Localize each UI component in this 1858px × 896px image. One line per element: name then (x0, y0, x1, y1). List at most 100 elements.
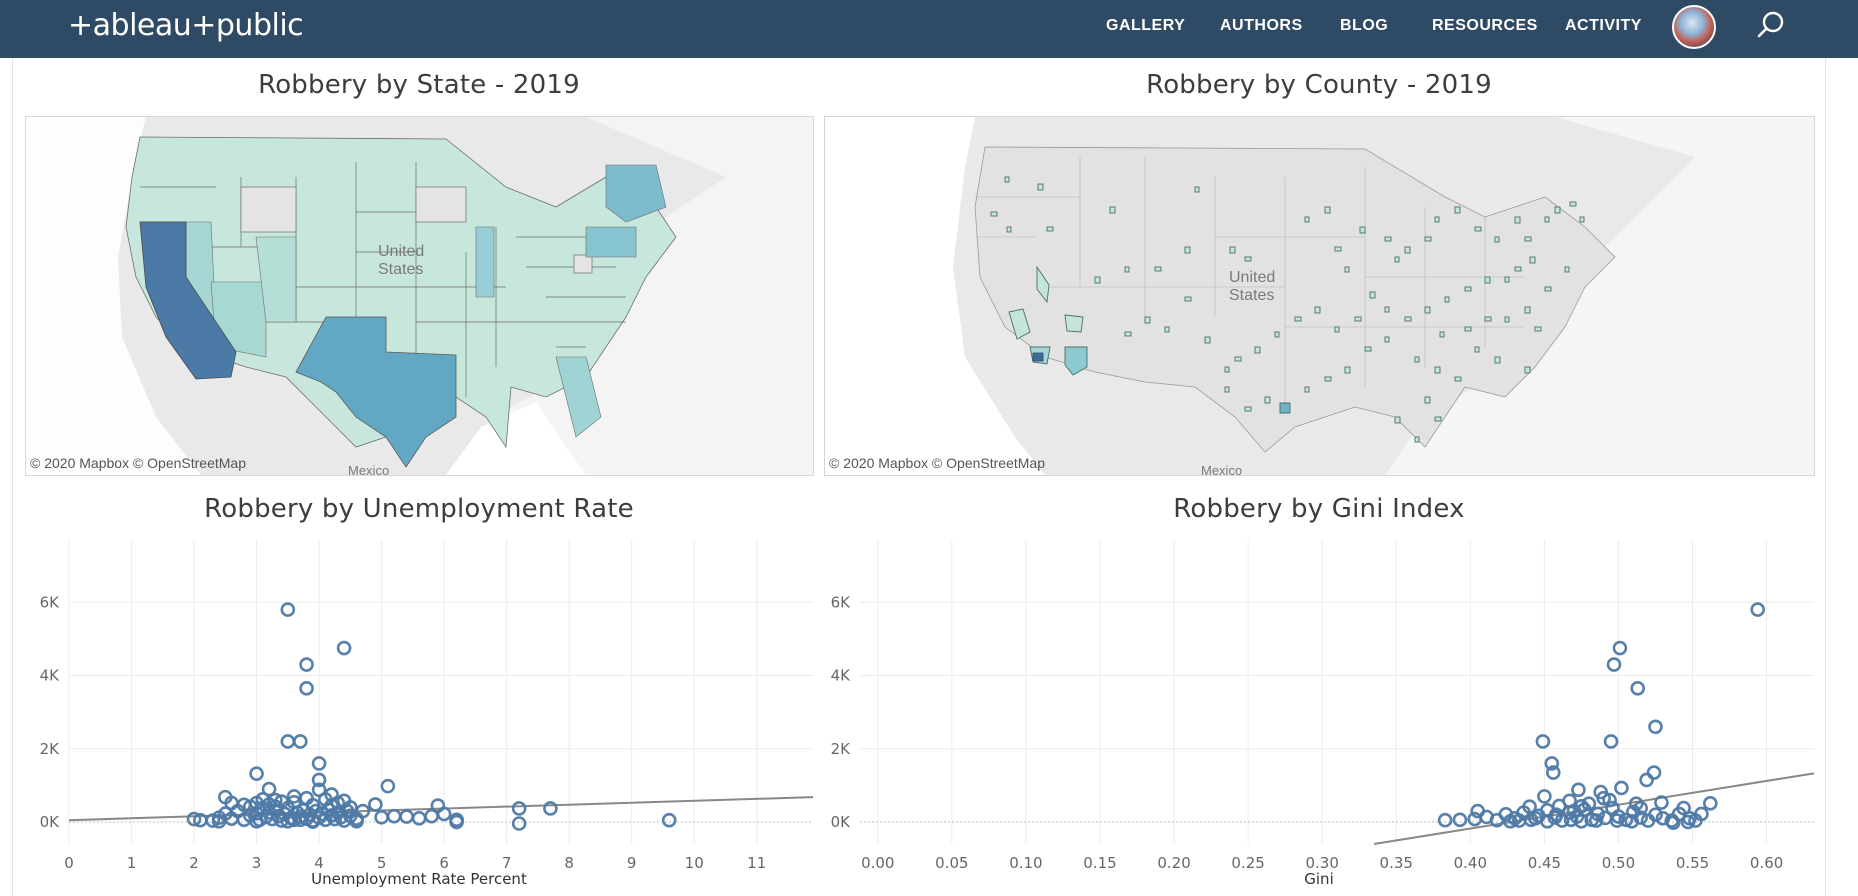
county-marker[interactable] (1424, 396, 1431, 404)
county-marker[interactable] (1544, 286, 1552, 292)
county-marker[interactable] (1234, 356, 1242, 362)
county-marker[interactable] (1304, 386, 1310, 393)
data-point[interactable] (1648, 719, 1663, 735)
county-marker[interactable] (1569, 201, 1577, 207)
county-marker[interactable] (1484, 316, 1492, 322)
county-marker[interactable] (1264, 396, 1271, 404)
county-marker[interactable] (1504, 276, 1510, 283)
county-marker[interactable] (1434, 416, 1442, 422)
data-point[interactable] (1639, 772, 1654, 788)
county-marker[interactable] (1384, 336, 1390, 343)
county-marker[interactable] (1494, 356, 1501, 364)
county-marker[interactable] (1454, 376, 1462, 382)
county-marker[interactable] (1444, 296, 1450, 303)
data-point[interactable] (299, 657, 314, 672)
county-marker[interactable] (1354, 316, 1362, 322)
tableau-public-logo[interactable]: +ableau+public (68, 6, 304, 46)
county-marker[interactable] (1109, 206, 1116, 214)
county-marker[interactable] (1037, 183, 1044, 191)
county-marker[interactable] (1144, 316, 1151, 324)
county-marker[interactable] (1046, 226, 1054, 232)
county-marker[interactable] (1434, 216, 1440, 223)
county-marker[interactable] (1464, 286, 1472, 292)
county-marker[interactable] (1414, 436, 1420, 443)
county-marker[interactable] (1204, 336, 1211, 344)
county-marker[interactable] (1434, 366, 1441, 374)
county-marker[interactable] (1324, 206, 1331, 214)
county-marker[interactable] (1344, 266, 1350, 273)
data-point[interactable] (293, 734, 308, 749)
data-point[interactable] (1571, 782, 1586, 798)
data-point[interactable] (1646, 765, 1662, 780)
county-marker[interactable] (1314, 306, 1321, 314)
data-point[interactable] (386, 808, 402, 824)
nav-blog[interactable]: BLOG (1340, 17, 1388, 35)
county-marker[interactable] (1184, 296, 1192, 302)
unemployment-scatter[interactable]: 0 1 2 3 4 5 6 7 8 9 10 11 0K 2K 4K 6K Unemployment Rate… (25, 540, 813, 896)
county-marker[interactable] (1344, 366, 1351, 374)
county-marker[interactable] (1504, 316, 1510, 323)
data-point[interactable] (1603, 734, 1619, 749)
county-marker[interactable] (1124, 266, 1130, 273)
county-marker[interactable] (1194, 186, 1200, 193)
county-marker[interactable] (1474, 346, 1480, 353)
county-marker[interactable] (1414, 356, 1420, 363)
gini-scatter[interactable]: 0.00 0.05 0.10 0.15 0.20 0.25 0.30 0.35 0.40 0.45… (824, 540, 1814, 896)
data-point[interactable] (399, 809, 414, 824)
county-marker[interactable] (1324, 376, 1332, 382)
user-avatar[interactable] (1672, 5, 1716, 49)
nav-authors[interactable]: AUTHORS (1220, 17, 1303, 35)
data-point[interactable] (1535, 734, 1551, 749)
data-point[interactable] (1703, 796, 1718, 811)
data-point[interactable] (280, 602, 296, 617)
data-point[interactable] (368, 797, 383, 812)
county-marker[interactable] (1004, 176, 1010, 183)
county-marker[interactable] (1424, 236, 1432, 242)
data-point[interactable] (511, 801, 527, 816)
county-marker[interactable] (990, 211, 998, 217)
county-marker[interactable] (1364, 346, 1372, 352)
data-point[interactable] (336, 640, 352, 656)
county-marker[interactable] (1534, 326, 1542, 332)
data-point[interactable] (1750, 602, 1766, 617)
county-marker[interactable] (1254, 346, 1261, 354)
county-marker[interactable] (1164, 326, 1170, 333)
county-marker[interactable] (1514, 216, 1521, 224)
data-point[interactable] (299, 681, 314, 696)
county-marker[interactable] (1439, 331, 1445, 338)
unemployment-scatter-svg[interactable]: 0 1 2 3 4 5 6 7 8 9 10 110K2K4K6K (25, 540, 813, 896)
county-marker[interactable] (1304, 216, 1310, 223)
county-marker[interactable] (1244, 256, 1252, 262)
county-marker[interactable] (1274, 331, 1280, 338)
nav-resources[interactable]: RESOURCES (1432, 17, 1538, 35)
county-marker[interactable] (1404, 246, 1411, 254)
data-point[interactable] (1612, 640, 1628, 656)
county-marker[interactable] (1474, 226, 1482, 232)
data-point[interactable] (511, 816, 527, 831)
county-marker[interactable] (1484, 276, 1491, 284)
county-marker[interactable] (1544, 216, 1550, 223)
data-point[interactable] (661, 812, 677, 828)
county-map[interactable]: United States Mexico © 2020 Mapbox © Ope… (824, 116, 1815, 476)
data-point[interactable] (1630, 681, 1646, 696)
county-marker[interactable] (1514, 266, 1522, 272)
county-marker[interactable] (1464, 326, 1472, 332)
county-marker[interactable] (1579, 216, 1585, 223)
county-marker[interactable] (1564, 266, 1570, 273)
search-icon[interactable] (1756, 10, 1786, 40)
data-point[interactable] (380, 778, 396, 794)
county-marker[interactable] (1369, 291, 1376, 299)
state-map-attribution[interactable]: © 2020 Mapbox © OpenStreetMap (30, 455, 246, 471)
county-marker[interactable] (1334, 326, 1340, 333)
county-marker[interactable] (1394, 256, 1400, 263)
nav-activity[interactable]: ACTIVITY (1565, 17, 1642, 35)
county-marker[interactable] (1224, 386, 1230, 393)
county-marker[interactable] (1124, 331, 1132, 337)
county-marker[interactable] (1154, 266, 1162, 272)
county-marker[interactable] (1404, 316, 1412, 322)
county-marker[interactable] (1524, 366, 1531, 374)
county-marker[interactable] (1294, 316, 1302, 322)
county-marker[interactable] (1554, 206, 1561, 214)
county-marker[interactable] (1524, 236, 1532, 242)
county-marker[interactable] (1359, 226, 1366, 234)
